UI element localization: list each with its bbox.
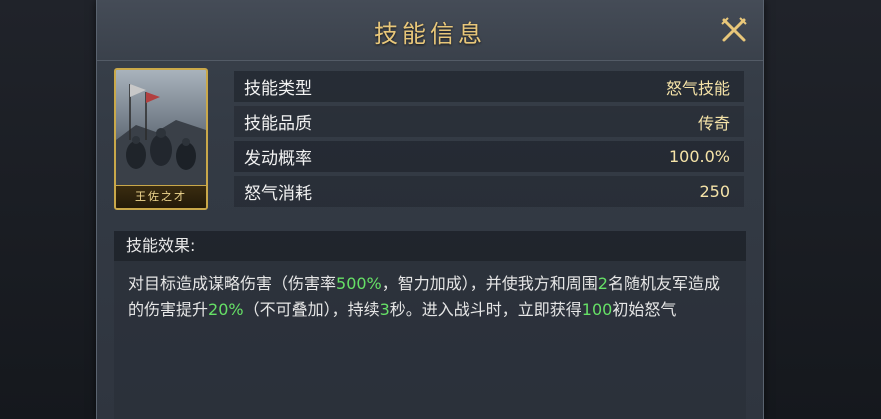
- effect-value-damage-rate: 500%: [336, 274, 382, 293]
- skill-info-dialog: 技能信息 王佐之才 技能类型 怒气技能 技能品质 传奇 发动概率 100.0% …: [96, 0, 764, 419]
- close-icon: [721, 17, 747, 42]
- row-label: 技能类型: [244, 79, 312, 99]
- row-value: 传奇: [697, 113, 730, 133]
- effect-value-ally-count: 2: [597, 274, 608, 293]
- effect-header: 技能效果:: [114, 231, 746, 261]
- effect-value-damage-bonus: 20%: [208, 300, 244, 319]
- effect-value-initial-rage: 100: [581, 300, 613, 319]
- effect-text: ，智力加成），并使我方和周围: [381, 274, 598, 293]
- dialog-title: 技能信息: [374, 20, 486, 48]
- row-label: 怒气消耗: [244, 184, 312, 204]
- close-button[interactable]: [719, 15, 749, 45]
- skill-attribute-list: 技能类型 怒气技能 技能品质 传奇 发动概率 100.0% 怒气消耗 250: [234, 71, 744, 211]
- background-right: [763, 0, 881, 419]
- background-left: [0, 0, 96, 419]
- row-value: 100.0%: [668, 147, 730, 166]
- effect-description: 对目标造成谋略伤害（伤害率500%，智力加成），并使我方和周围2名随机友军造成的…: [114, 261, 746, 419]
- effect-text: （不可叠加），持续: [243, 300, 380, 319]
- effect-text: 秒。进入战斗时，立即获得: [389, 300, 582, 319]
- effect-text: 初始怒气: [612, 300, 677, 319]
- effect-value-duration: 3: [379, 300, 390, 319]
- attribute-row-probability: 发动概率 100.0%: [234, 141, 744, 172]
- attribute-row-type: 技能类型 怒气技能: [234, 71, 744, 102]
- row-label: 发动概率: [244, 149, 312, 169]
- effect-text: 对目标造成谋略伤害（伤害率: [128, 274, 337, 293]
- dialog-header: 技能信息: [97, 0, 763, 61]
- row-label: 技能品质: [244, 114, 312, 134]
- row-value: 怒气技能: [665, 78, 730, 98]
- skill-card: 王佐之才: [114, 68, 208, 210]
- row-value: 250: [699, 182, 730, 201]
- skill-card-name: 王佐之才: [116, 185, 206, 208]
- attribute-row-rage-cost: 怒气消耗 250: [234, 176, 744, 207]
- skill-artwork-icon: [116, 70, 206, 186]
- attribute-row-quality: 技能品质 传奇: [234, 106, 744, 137]
